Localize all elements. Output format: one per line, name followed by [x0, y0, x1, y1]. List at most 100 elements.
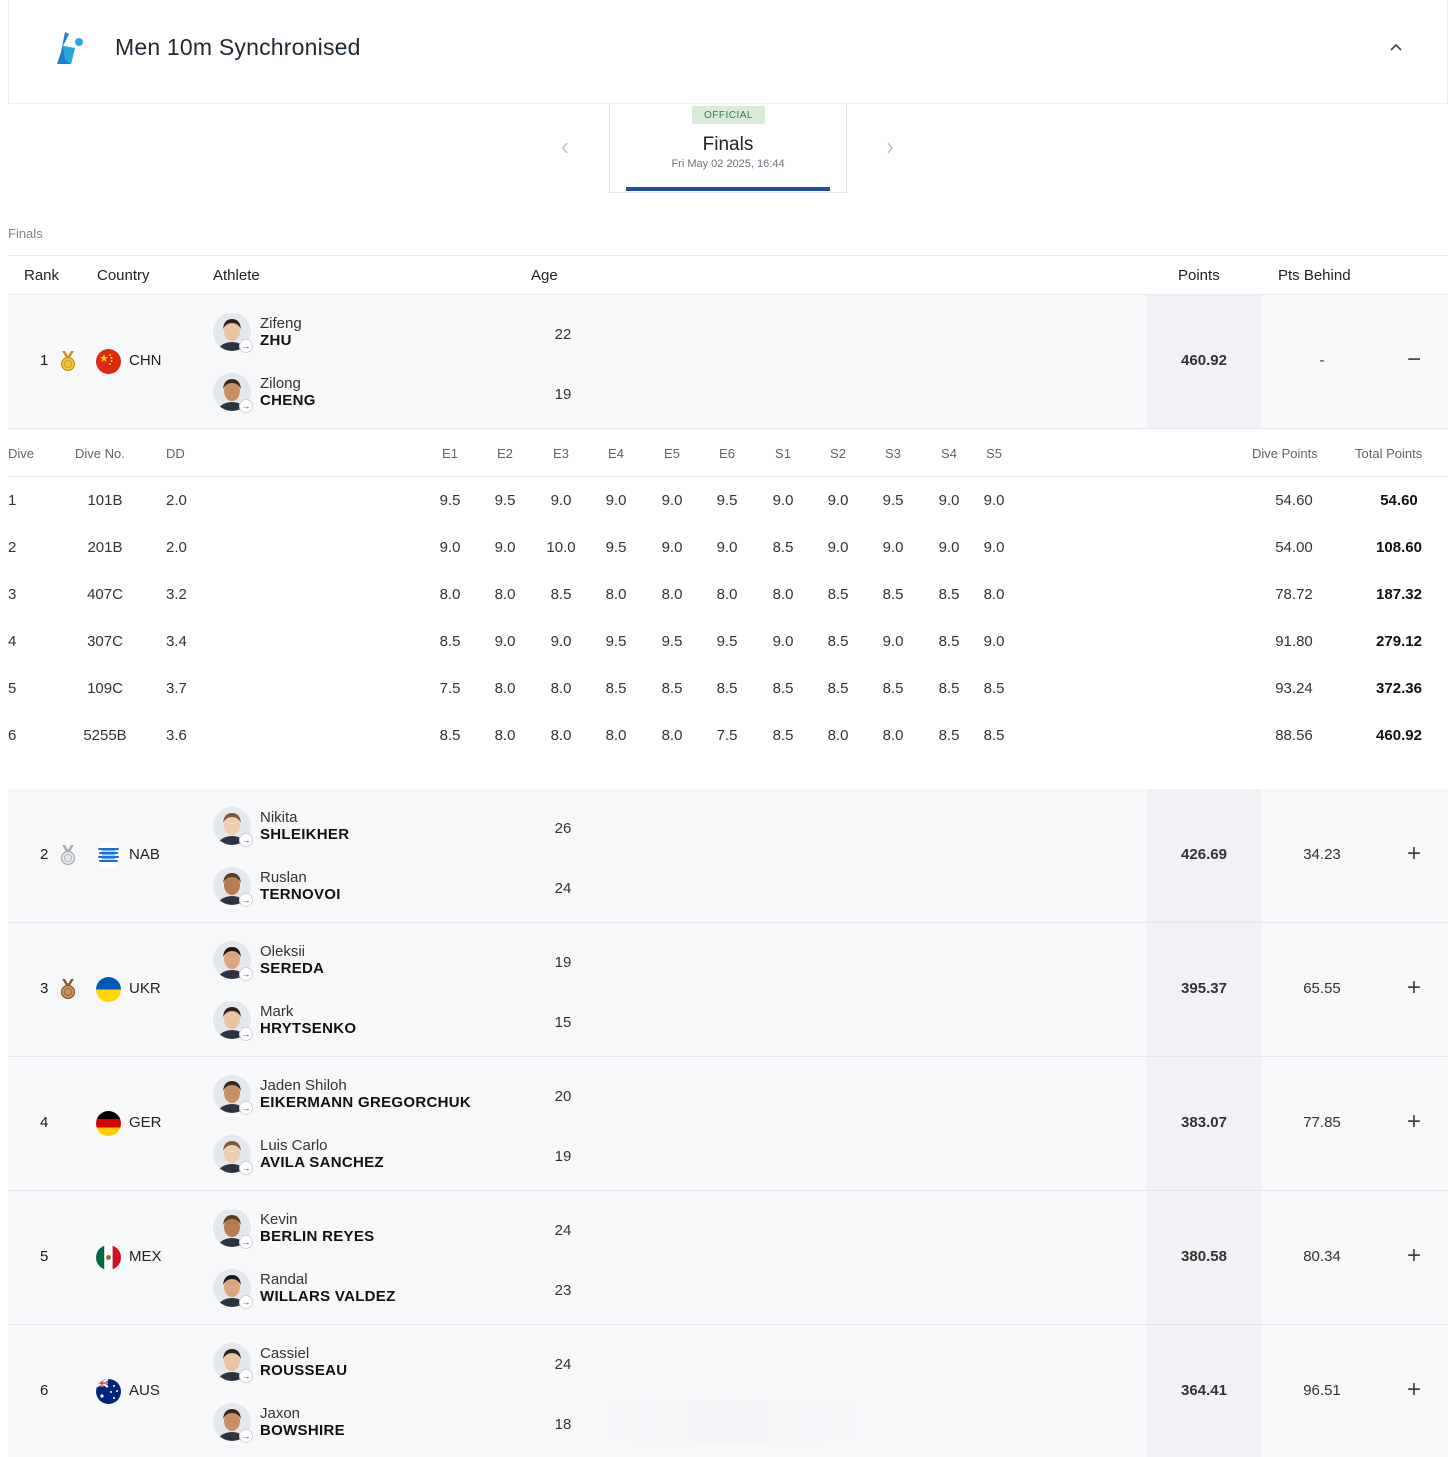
chevron-right-icon[interactable] [880, 136, 900, 160]
athlete-last-name: ROUSSEAU [260, 1362, 348, 1379]
expand-icon[interactable]: + [1402, 1107, 1426, 1137]
profile-arrow-icon[interactable]: → [239, 1369, 253, 1383]
expand-icon[interactable]: + [1402, 1241, 1426, 1271]
expand-icon[interactable]: + [1402, 839, 1426, 869]
col-s4: S4 [941, 446, 957, 461]
profile-arrow-icon[interactable]: → [239, 1101, 253, 1115]
athlete[interactable]: → Jaden Shiloh EIKERMANN GREGORCHUK 20 [213, 1075, 633, 1119]
judge-score: 8.5 [827, 586, 849, 603]
profile-arrow-icon[interactable]: → [239, 1295, 253, 1309]
profile-arrow-icon[interactable]: → [239, 833, 253, 847]
expand-icon[interactable]: + [1402, 1375, 1426, 1405]
judge-score: 8.5 [439, 727, 461, 744]
team-row[interactable]: 4 GER → Jaden Shiloh EIKERMANN GREGORCHU… [8, 1057, 1448, 1191]
dive-number: 6 [8, 727, 17, 744]
phase-tab-finals[interactable]: OFFICIAL Finals Fri May 02 2025, 16:44 [609, 104, 847, 193]
team-rank: 1 [40, 352, 49, 369]
team-row[interactable]: 5 MEX → Kevin BERLIN REYES 24 → Randal W… [8, 1191, 1448, 1325]
athlete[interactable]: → Mark HRYTSENKO 15 [213, 1001, 633, 1045]
team-country: NAB [129, 846, 160, 863]
judge-score: 8.5 [772, 680, 794, 697]
athlete[interactable]: → Nikita SHLEIKHER 26 [213, 807, 633, 851]
profile-arrow-icon[interactable]: → [239, 1027, 253, 1041]
dive-dd: 3.4 [166, 633, 187, 650]
judge-score: 8.5 [882, 586, 904, 603]
profile-arrow-icon[interactable]: → [239, 1429, 253, 1443]
dive-number: 1 [8, 492, 17, 509]
team-row[interactable]: 2 NAB → Nikita SHLEIKHER 26 → Ruslan TER… [8, 789, 1448, 923]
expand-icon[interactable]: + [1402, 973, 1426, 1003]
judge-score: 9.5 [882, 492, 904, 509]
judge-score: 8.5 [550, 586, 572, 603]
athlete[interactable]: → Zifeng ZHU 22 [213, 313, 633, 357]
judge-score: 8.5 [983, 727, 1005, 744]
gold-medal-icon [60, 351, 76, 372]
athlete[interactable]: → Jaxon BOWSHIRE 18 [213, 1403, 633, 1447]
profile-arrow-icon[interactable]: → [239, 967, 253, 981]
athlete-first-name: Ruslan [260, 869, 307, 886]
diving-icon [57, 32, 83, 64]
col-athlete[interactable]: Athlete [213, 267, 260, 284]
team-row[interactable]: 3 UKR → Oleksii SEREDA 19 → Mark HRYTSEN… [8, 923, 1448, 1057]
judge-score: 9.0 [827, 539, 849, 556]
phase-name: Finals [702, 134, 754, 155]
athlete[interactable]: → Zilong CHENG 19 [213, 373, 633, 417]
athlete[interactable]: → Kevin BERLIN REYES 24 [213, 1209, 633, 1253]
flag-ukr-icon [96, 977, 121, 1002]
athlete-last-name: WILLARS VALDEZ [260, 1288, 396, 1305]
chevron-up-icon[interactable] [1385, 36, 1407, 58]
judge-score: 8.0 [772, 586, 794, 603]
team-rank: 4 [40, 1114, 49, 1131]
event-title: Men 10m Synchronised [115, 34, 361, 60]
profile-arrow-icon[interactable]: → [239, 399, 253, 413]
judge-score: 9.0 [827, 492, 849, 509]
dive-dd: 2.0 [166, 539, 187, 556]
profile-arrow-icon[interactable]: → [239, 1235, 253, 1249]
dive-points: 93.24 [1275, 680, 1313, 697]
judge-score: 8.0 [605, 586, 627, 603]
athlete-age: 19 [554, 954, 572, 971]
dive-row: 4 307C 3.4 8.5 9.0 9.0 9.5 9.5 9.5 9.0 8.5 9.0 8.5… [8, 618, 1448, 665]
judge-score: 7.5 [439, 680, 461, 697]
col-rank[interactable]: Rank [24, 267, 59, 284]
team-row[interactable]: 1 CHN → Zifeng ZHU 22 → Zilong CHENG 19 … [8, 295, 1448, 429]
judge-score: 8.5 [439, 633, 461, 650]
col-pts-behind[interactable]: Pts Behind [1278, 267, 1351, 284]
athlete-last-name: SHLEIKHER [260, 826, 350, 843]
judge-score: 9.5 [439, 492, 461, 509]
athlete[interactable]: → Ruslan TERNOVOI 24 [213, 867, 633, 911]
dive-code: 109C [87, 680, 123, 697]
bronze-medal-icon [60, 979, 76, 1000]
judge-score: 9.0 [938, 539, 960, 556]
chevron-left-icon[interactable] [555, 136, 575, 160]
athlete[interactable]: → Oleksii SEREDA 19 [213, 941, 633, 985]
flag-ger-icon [96, 1111, 121, 1136]
judge-score: 9.5 [605, 539, 627, 556]
judge-score: 8.0 [439, 586, 461, 603]
col-points[interactable]: Points [1178, 267, 1220, 284]
col-age[interactable]: Age [531, 267, 558, 284]
athlete[interactable]: → Randal WILLARS VALDEZ 23 [213, 1269, 633, 1313]
athlete-age: 24 [554, 1222, 572, 1239]
team-country: AUS [129, 1382, 160, 1399]
athlete[interactable]: → Luis Carlo AVILA SANCHEZ 19 [213, 1135, 633, 1179]
profile-arrow-icon[interactable]: → [239, 1161, 253, 1175]
dive-row: 1 101B 2.0 9.5 9.5 9.0 9.0 9.0 9.5 9.0 9.0 9.5 9.0… [8, 477, 1448, 524]
athlete-first-name: Luis Carlo [260, 1137, 328, 1154]
judge-score: 8.5 [827, 680, 849, 697]
profile-arrow-icon[interactable]: → [239, 339, 253, 353]
team-rank: 3 [40, 980, 49, 997]
athlete-first-name: Cassiel [260, 1345, 310, 1362]
col-s2: S2 [830, 446, 846, 461]
dive-total: 54.60 [1380, 492, 1418, 509]
col-e3: E3 [553, 446, 569, 461]
col-country[interactable]: Country [97, 267, 150, 284]
flag-nab-icon [96, 843, 121, 868]
collapse-icon[interactable]: − [1402, 345, 1426, 375]
profile-arrow-icon[interactable]: → [239, 893, 253, 907]
event-header[interactable]: Men 10m Synchronised [8, 0, 1448, 104]
judge-score: 9.0 [605, 492, 627, 509]
judge-score: 9.0 [983, 633, 1005, 650]
judge-score: 8.0 [494, 680, 516, 697]
athlete[interactable]: → Cassiel ROUSSEAU 24 [213, 1343, 633, 1387]
